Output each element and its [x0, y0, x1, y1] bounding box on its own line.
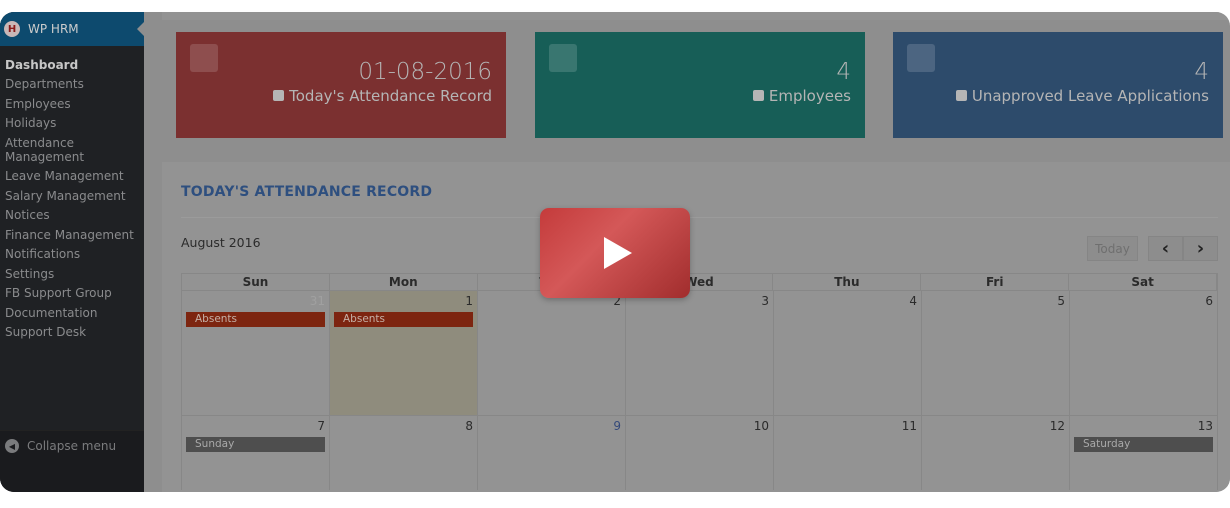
- book-icon: [273, 90, 285, 101]
- calendar-day[interactable]: 11: [774, 416, 922, 490]
- sidebar-menu: Dashboard Departments Employees Holidays Att…: [0, 46, 144, 340]
- stat-label-text: Unapproved Leave Applications: [971, 87, 1209, 105]
- day-number: 31: [309, 294, 325, 308]
- sidebar-item-leave-management[interactable]: Leave Management: [0, 169, 144, 183]
- day-number: 1: [465, 294, 473, 308]
- video-play-button[interactable]: [540, 208, 690, 298]
- stat-card-2[interactable]: 4 Employees: [535, 32, 865, 138]
- calendar-event[interactable]: Saturday: [1074, 437, 1213, 452]
- stat-label: Unapproved Leave Applications: [893, 87, 1209, 105]
- calendar-day[interactable]: 10: [626, 416, 774, 490]
- wphrm-logo-icon: H: [4, 21, 20, 37]
- day-number: 13: [1197, 419, 1213, 433]
- calendar-event[interactable]: Sunday: [186, 437, 325, 452]
- sidebar-item-support-desk[interactable]: Support Desk: [0, 325, 144, 339]
- brand-label: WP HRM: [28, 22, 79, 36]
- stat-label: Today's Attendance Record: [176, 87, 492, 105]
- sidebar-item-documentation[interactable]: Documentation: [0, 306, 144, 320]
- sidebar-item-notices[interactable]: Notices: [0, 208, 144, 222]
- day-number: 3: [761, 294, 769, 308]
- book-icon: [190, 44, 218, 72]
- stat-value: 4: [836, 59, 851, 85]
- stat-label-text: Today's Attendance Record: [289, 87, 492, 105]
- day-number: 12: [1049, 419, 1065, 433]
- day-number: 11: [901, 419, 917, 433]
- stat-card-3[interactable]: 4 Unapproved Leave Applications: [893, 32, 1223, 138]
- sidebar-item-employees[interactable]: Employees: [0, 97, 144, 111]
- calendar-day[interactable]: 6: [1070, 291, 1218, 415]
- collapse-label: Collapse menu: [27, 439, 117, 453]
- today-button[interactable]: Today: [1087, 236, 1138, 261]
- attendance-panel: TODAY'S ATTENDANCE RECORD August 2016 To…: [162, 162, 1230, 492]
- sidebar: H WP HRM Dashboard Departments Employees Ho…: [0, 12, 144, 492]
- calendar-day[interactable]: 1 Absents: [330, 291, 478, 415]
- calendar-header: SunMonTueWedThuFriSat: [181, 273, 1218, 291]
- prev-month-button[interactable]: ‹: [1148, 236, 1183, 261]
- day-header: Mon: [330, 274, 478, 290]
- stat-label-text: Employees: [768, 87, 851, 105]
- sidebar-item-finance-management[interactable]: Finance Management: [0, 228, 144, 242]
- calendar-day[interactable]: 9: [478, 416, 626, 490]
- panel-title: TODAY'S ATTENDANCE RECORD: [181, 184, 433, 200]
- day-number: 5: [1057, 294, 1065, 308]
- collapse-arrow-icon: ◀: [5, 439, 19, 453]
- calendar-day[interactable]: 12: [922, 416, 1070, 490]
- day-header: Thu: [773, 274, 922, 290]
- user-icon: [549, 44, 577, 72]
- calendar-day[interactable]: 5: [922, 291, 1070, 415]
- day-header: Sat: [1069, 274, 1218, 290]
- stat-card-1[interactable]: 01-08-2016 Today's Attendance Record: [176, 32, 506, 138]
- calendar-day[interactable]: 3: [626, 291, 774, 415]
- calendar-day[interactable]: 7 Sunday: [182, 416, 330, 490]
- calendar-month: August 2016: [181, 235, 261, 250]
- sidebar-item-fb-support-group[interactable]: FB Support Group: [0, 286, 144, 300]
- day-number: 4: [909, 294, 917, 308]
- calendar-day[interactable]: 4: [774, 291, 922, 415]
- calendar-day[interactable]: 13 Saturday: [1070, 416, 1218, 490]
- calendar-day[interactable]: 2: [478, 291, 626, 415]
- stat-value: 4: [1194, 59, 1209, 85]
- sidebar-item-holidays[interactable]: Holidays: [0, 116, 144, 130]
- sidebar-item-dashboard[interactable]: Dashboard: [0, 58, 144, 72]
- next-month-button[interactable]: ›: [1183, 236, 1218, 261]
- calendar-week: 7 Sunday 8 9 10 11 12 13 Saturday: [181, 416, 1218, 490]
- collapse-menu-button[interactable]: ◀ Collapse menu: [0, 430, 144, 492]
- divider: [181, 217, 1218, 218]
- day-header: Sun: [182, 274, 330, 290]
- calendar-event[interactable]: Absents: [186, 312, 325, 327]
- calendar-event[interactable]: Absents: [334, 312, 473, 327]
- sidebar-item-departments[interactable]: Departments: [0, 77, 144, 91]
- calendar-day[interactable]: 31 Absents: [182, 291, 330, 415]
- sidebar-item-notifications[interactable]: Notifications: [0, 247, 144, 261]
- day-number: 6: [1205, 294, 1213, 308]
- play-icon: [604, 237, 632, 269]
- user-icon: [752, 90, 764, 101]
- envelope-icon: [907, 44, 935, 72]
- sidebar-item-salary-management[interactable]: Salary Management: [0, 189, 144, 203]
- calendar-day[interactable]: 8: [330, 416, 478, 490]
- calendar: SunMonTueWedThuFriSat31Absents1Absents23…: [181, 273, 1218, 490]
- envelope-icon: [955, 90, 967, 101]
- day-number: 7: [317, 419, 325, 433]
- day-number: 9: [613, 419, 621, 433]
- sidebar-item-attendance-management[interactable]: Attendance Management: [0, 136, 144, 164]
- stat-value: 01-08-2016: [358, 59, 492, 85]
- day-header: Fri: [921, 274, 1070, 290]
- sidebar-item-settings[interactable]: Settings: [0, 267, 144, 281]
- day-number: 8: [465, 419, 473, 433]
- top-strip: [162, 12, 1230, 20]
- calendar-week: 31 Absents 1 Absents 2 3 4 5 6: [181, 291, 1218, 416]
- stat-label: Employees: [535, 87, 851, 105]
- sidebar-brand[interactable]: H WP HRM: [0, 12, 144, 46]
- day-number: 10: [753, 419, 769, 433]
